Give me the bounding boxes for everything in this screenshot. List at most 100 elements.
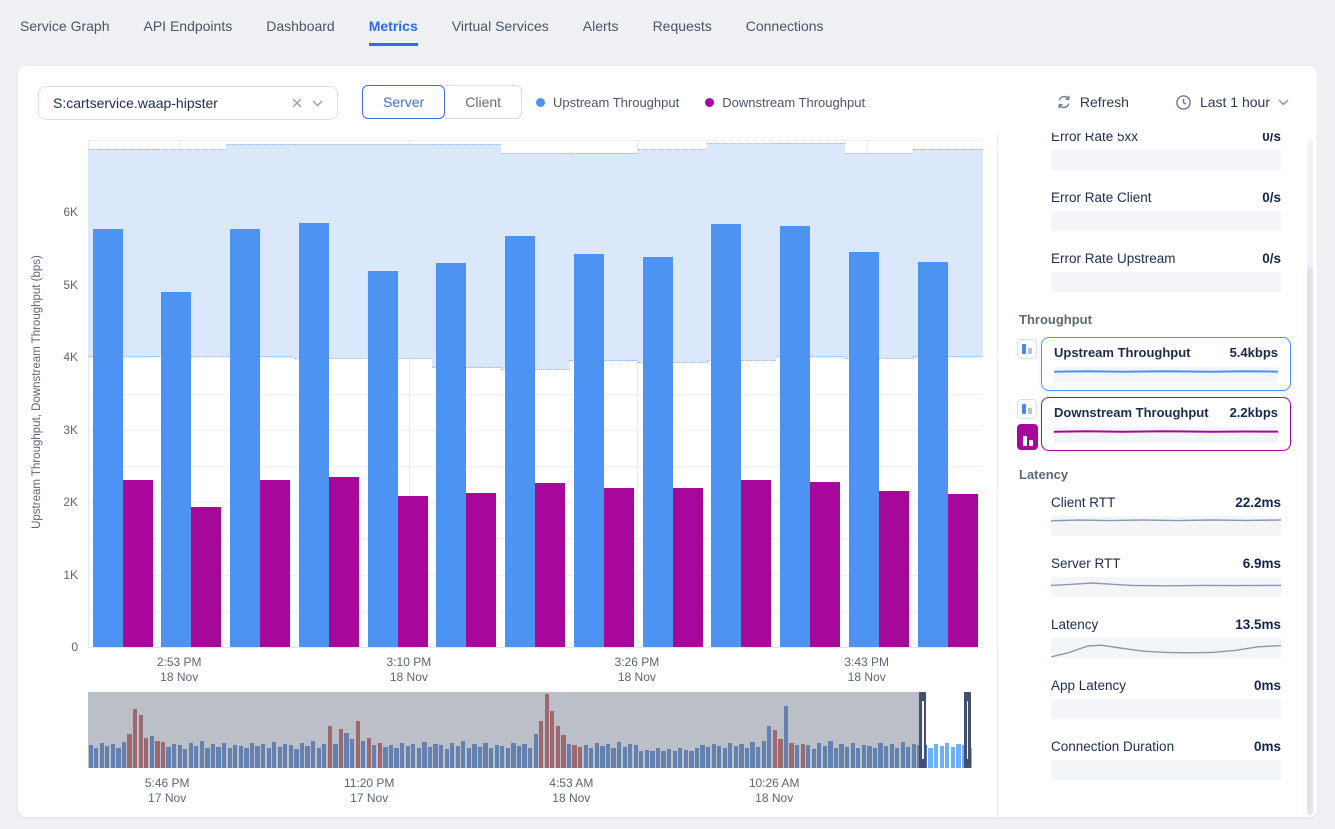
brush-unselected-overlay[interactable] <box>88 692 923 768</box>
bar-upstream-throughput[interactable] <box>711 224 741 647</box>
brush-tick-label: 5:46 PM17 Nov <box>119 776 215 806</box>
top-nav: Service Graph API Endpoints Dashboard Me… <box>0 0 1335 46</box>
bar-upstream-throughput[interactable] <box>849 252 879 647</box>
bar-upstream-throughput[interactable] <box>368 271 398 647</box>
x-tick-text: 18 Nov <box>361 670 457 685</box>
metric-value: 0ms <box>1254 739 1281 754</box>
metric-row-error-rate-client[interactable]: Error Rate Client0/s <box>1051 190 1281 231</box>
metric-label-row: Server RTT6.9ms <box>1051 556 1281 574</box>
y-axis-label: Upstream Throughput, Downstream Throughp… <box>31 157 43 627</box>
bar-chart-type-icon-selected[interactable] <box>1017 424 1038 450</box>
nav-dashboard[interactable]: Dashboard <box>266 18 335 46</box>
x-tick-text: 18 Nov <box>131 670 227 685</box>
bar-downstream-throughput[interactable] <box>398 496 428 647</box>
bar-downstream-throughput[interactable] <box>948 494 978 648</box>
metric-sparkline-area <box>1051 211 1281 231</box>
metric-sparkline-area <box>1051 577 1281 597</box>
bar-upstream-throughput[interactable] <box>436 263 466 647</box>
metrics-sidebar: Error Rate 5xx0/sError Rate Client0/sErr… <box>997 133 1317 817</box>
card-label-row: Downstream Throughput2.2kbps <box>1054 405 1278 423</box>
bar-downstream-throughput[interactable] <box>810 482 840 647</box>
brush-bar <box>956 744 960 768</box>
gridline-h <box>88 647 982 648</box>
brush-bar <box>928 748 932 769</box>
bar-downstream-throughput[interactable] <box>329 477 359 647</box>
bar-downstream-throughput[interactable] <box>191 507 221 648</box>
metric-value: 0/s <box>1262 133 1281 144</box>
metric-row-server-rtt[interactable]: Server RTT6.9ms <box>1051 556 1281 597</box>
bar-glyph <box>1023 436 1027 446</box>
sparkline <box>1051 577 1281 597</box>
metric-label: Error Rate 5xx <box>1051 133 1138 144</box>
metric-label-row: Error Rate Upstream0/s <box>1051 251 1281 269</box>
nav-metrics[interactable]: Metrics <box>369 18 418 46</box>
metric-label: Error Rate Upstream <box>1051 251 1176 266</box>
y-tick-label: 1K <box>38 568 78 582</box>
bar-upstream-throughput[interactable] <box>643 257 673 647</box>
metric-label: Server RTT <box>1051 556 1121 571</box>
x-tick-label: 2:53 PM18 Nov <box>131 655 227 685</box>
x-tick-text: 3:10 PM <box>361 655 457 670</box>
metric-row-app-latency[interactable]: App Latency0ms <box>1051 678 1281 719</box>
brush-tick-label: 11:20 PM17 Nov <box>321 776 417 806</box>
bar-upstream-throughput[interactable] <box>780 226 810 647</box>
bar-downstream-throughput[interactable] <box>604 488 634 647</box>
metric-label: App Latency <box>1051 678 1126 693</box>
metric-label-row: Connection Duration0ms <box>1051 739 1281 757</box>
nav-requests[interactable]: Requests <box>653 18 712 46</box>
scrollbar-thumb[interactable] <box>1307 267 1313 815</box>
bar-downstream-throughput[interactable] <box>535 483 565 647</box>
metric-row-connection-duration[interactable]: Connection Duration0ms <box>1051 739 1281 780</box>
nav-service-graph[interactable]: Service Graph <box>20 18 109 46</box>
metric-label: Client RTT <box>1051 495 1115 510</box>
metric-sparkline-area <box>1051 272 1281 292</box>
metric-card-upstream-throughput[interactable]: Upstream Throughput5.4kbps <box>1041 337 1291 391</box>
metric-label: Error Rate Client <box>1051 190 1152 205</box>
brush-bar <box>940 746 944 768</box>
bar-glyph <box>1022 404 1026 414</box>
brush-handle-right[interactable] <box>964 692 971 768</box>
nav-connections[interactable]: Connections <box>746 18 824 46</box>
bar-upstream-throughput[interactable] <box>505 236 535 647</box>
metric-sparkline-area <box>1051 516 1281 536</box>
metric-row-latency[interactable]: Latency13.5ms <box>1051 617 1281 658</box>
bar-upstream-throughput[interactable] <box>918 262 948 647</box>
bar-downstream-throughput[interactable] <box>123 480 153 647</box>
metric-row-client-rtt[interactable]: Client RTT22.2ms <box>1051 495 1281 536</box>
x-tick-label: 3:43 PM18 Nov <box>819 655 915 685</box>
sidebar-scroll-viewport[interactable]: Error Rate 5xx0/sError Rate Client0/sErr… <box>998 133 1303 815</box>
brush-bar <box>951 747 955 768</box>
y-tick-label: 6K <box>38 205 78 219</box>
bar-upstream-throughput[interactable] <box>299 223 329 647</box>
bar-upstream-throughput[interactable] <box>574 254 604 647</box>
bar-downstream-throughput[interactable] <box>260 480 290 647</box>
metric-card-downstream-throughput[interactable]: Downstream Throughput2.2kbps <box>1041 397 1291 451</box>
bar-glyph <box>1028 348 1032 354</box>
bar-downstream-throughput[interactable] <box>741 480 771 647</box>
x-tick-text: 2:53 PM <box>131 655 227 670</box>
y-tick-label: 3K <box>38 423 78 437</box>
sparkline <box>1054 367 1278 383</box>
metric-row-error-rate-5xx[interactable]: Error Rate 5xx 0/s <box>1051 133 1281 170</box>
brush-bar <box>934 744 938 768</box>
nav-virtual-services[interactable]: Virtual Services <box>452 18 549 46</box>
handle-grip <box>922 701 924 759</box>
sparkline <box>1051 516 1281 536</box>
metric-sparkline-area <box>1051 150 1281 170</box>
bar-glyph <box>1022 344 1026 354</box>
card-value: 2.2kbps <box>1230 405 1278 420</box>
bar-upstream-throughput[interactable] <box>161 292 191 647</box>
bar-chart-type-icon[interactable] <box>1017 399 1037 419</box>
bar-upstream-throughput[interactable] <box>230 229 260 647</box>
nav-api-endpoints[interactable]: API Endpoints <box>143 18 232 46</box>
nav-alerts[interactable]: Alerts <box>583 18 619 46</box>
brush-tick-label: 10:26 AM18 Nov <box>726 776 822 806</box>
bar-downstream-throughput[interactable] <box>673 488 703 647</box>
brush-handle-left[interactable] <box>919 692 926 768</box>
metric-row-error-rate-upstream[interactable]: Error Rate Upstream0/s <box>1051 251 1281 292</box>
bar-upstream-throughput[interactable] <box>93 229 123 647</box>
bar-downstream-throughput[interactable] <box>879 491 909 647</box>
bar-chart-type-icon[interactable] <box>1017 339 1037 359</box>
metric-sparkline-area <box>1051 699 1281 719</box>
bar-downstream-throughput[interactable] <box>466 493 496 647</box>
